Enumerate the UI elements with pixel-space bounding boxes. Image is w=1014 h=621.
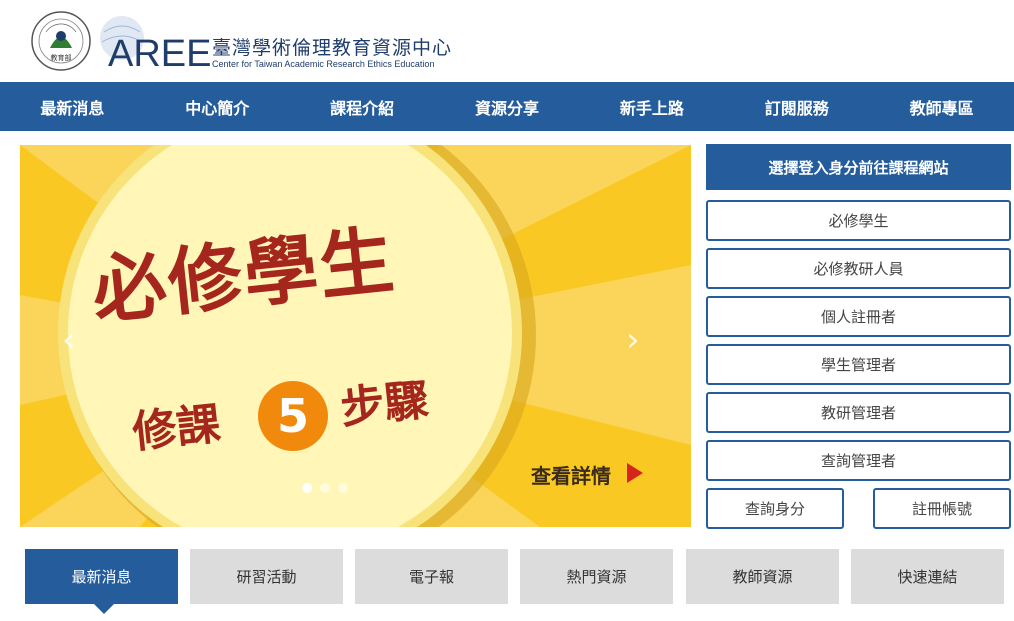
- tab-quick-links[interactable]: 快速連結: [851, 549, 1004, 604]
- site-title-en: Center for Taiwan Academic Research Ethi…: [212, 59, 435, 69]
- banner-step-number: 5: [258, 381, 328, 451]
- query-identity-button[interactable]: 查詢身分: [706, 488, 844, 529]
- tab-workshops[interactable]: 研習活動: [190, 549, 343, 604]
- aree-logo-icon[interactable]: AREE: [96, 8, 216, 74]
- nav-item-subscribe[interactable]: 訂閱服務: [724, 82, 869, 131]
- moe-logo-zh: 教育部: [51, 53, 72, 62]
- carousel-prev-icon[interactable]: ‹: [62, 320, 76, 360]
- login-research-manager-button[interactable]: 教研管理者: [706, 392, 1011, 433]
- banner-subtitle-left: 修課: [130, 398, 223, 459]
- carousel-dot-2[interactable]: [320, 483, 330, 493]
- tab-popular-resources[interactable]: 熱門資源: [520, 549, 673, 604]
- carousel-dot-1[interactable]: [302, 483, 312, 493]
- login-personal-registrant-button[interactable]: 個人註冊者: [706, 296, 1011, 337]
- carousel-dots: [302, 483, 348, 493]
- nav-item-news[interactable]: 最新消息: [0, 82, 145, 131]
- aree-logo-text: AREE: [108, 33, 211, 74]
- nav-item-resources[interactable]: 資源分享: [435, 82, 580, 131]
- site-header: 教育部 AREE 臺灣學術倫理教育資源中心 Center for Taiwan …: [0, 0, 1014, 82]
- carousel-next-icon[interactable]: ›: [626, 320, 640, 360]
- active-tab-pointer-icon: [94, 604, 114, 614]
- main-nav: 最新消息 中心簡介 課程介紹 資源分享 新手上路 訂閱服務 教師專區: [0, 82, 1014, 131]
- login-required-student-button[interactable]: 必修學生: [706, 200, 1011, 241]
- register-account-button[interactable]: 註冊帳號: [873, 488, 1011, 529]
- nav-item-about[interactable]: 中心簡介: [145, 82, 290, 131]
- login-identity-header: 選擇登入身分前往課程網站: [706, 144, 1011, 190]
- play-arrow-icon[interactable]: [627, 463, 643, 483]
- login-required-staff-button[interactable]: 必修教研人員: [706, 248, 1011, 289]
- tab-newsletter[interactable]: 電子報: [355, 549, 508, 604]
- login-student-manager-button[interactable]: 學生管理者: [706, 344, 1011, 385]
- carousel-dot-3[interactable]: [338, 483, 348, 493]
- nav-item-beginners[interactable]: 新手上路: [579, 82, 724, 131]
- banner-more-link[interactable]: 查看詳情: [531, 460, 611, 489]
- tab-news[interactable]: 最新消息: [25, 549, 178, 604]
- moe-logo-icon[interactable]: 教育部: [30, 10, 92, 72]
- login-query-manager-button[interactable]: 查詢管理者: [706, 440, 1011, 481]
- site-title-zh: 臺灣學術倫理教育資源中心: [212, 37, 453, 59]
- banner-subtitle-right: 步驟: [338, 374, 431, 435]
- nav-item-teachers[interactable]: 教師專區: [869, 82, 1014, 131]
- tab-teacher-resources[interactable]: 教師資源: [686, 549, 839, 604]
- nav-item-courses[interactable]: 課程介紹: [290, 82, 435, 131]
